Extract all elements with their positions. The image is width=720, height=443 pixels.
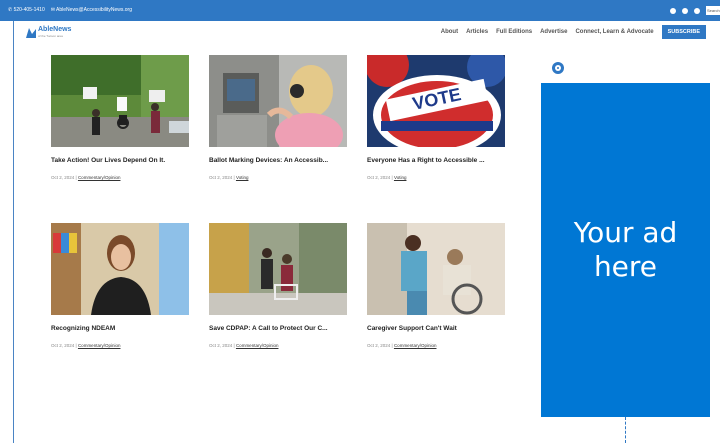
linkedin-icon[interactable]: [694, 7, 700, 14]
ad-banner[interactable]: Your ad here: [541, 83, 710, 417]
social-links: Search: [670, 6, 720, 15]
article-category-link[interactable]: Commentary/Opinion: [78, 175, 121, 180]
phone-link[interactable]: ✆ 520-405-1410: [8, 7, 45, 13]
article-date: Oct 2, 2024: [209, 343, 233, 348]
article-card[interactable]: Take Action! Our Lives Depend On It. Oct…: [51, 55, 189, 180]
article-title[interactable]: Recognizing NDEAM: [51, 325, 189, 332]
search-input[interactable]: Search: [706, 6, 720, 15]
logo-text: AbleNews of the Tucson area: [38, 26, 71, 40]
article-title[interactable]: Save CDPAP: A Call to Protect Our C...: [209, 325, 347, 332]
article-meta: Oct 2, 2024 | Commentary/Opinion: [209, 343, 279, 348]
ad-line-1: Your ad: [573, 216, 678, 249]
article-category-link[interactable]: Commentary/Opinion: [394, 343, 437, 348]
ad-text: Your ad here: [574, 216, 678, 284]
article-image-caregiver[interactable]: [367, 223, 505, 315]
article-title[interactable]: Caregiver Support Can't Wait: [367, 325, 505, 332]
contact-info: ✆ 520-405-1410 ✉ AbleNews@AccessibilityN…: [8, 7, 132, 13]
article-date: Oct 2, 2024: [367, 175, 391, 180]
facebook-icon[interactable]: [670, 7, 676, 14]
article-image-portrait[interactable]: [51, 223, 189, 315]
ad-line-2: here: [593, 250, 658, 283]
article-meta: Oct 2, 2024 | Commentary/Opinion: [51, 175, 121, 180]
logo-mark-icon: [26, 28, 36, 38]
top-bar: ✆ 520-405-1410 ✉ AbleNews@AccessibilityN…: [0, 0, 720, 21]
article-card[interactable]: Ballot Marking Devices: An Accessib... O…: [209, 55, 347, 180]
site-header: AbleNews of the Tucson area About Articl…: [14, 21, 720, 43]
article-date: Oct 2, 2024: [209, 175, 233, 180]
article-category-link[interactable]: Voting: [394, 175, 407, 180]
nav-full-editions[interactable]: Full Editions: [496, 29, 532, 35]
article-category-link[interactable]: Commentary/Opinion: [78, 343, 121, 348]
article-category-link[interactable]: Voting: [236, 175, 249, 180]
article-title[interactable]: Everyone Has a Right to Accessible ...: [367, 157, 505, 164]
article-image-protest[interactable]: [51, 55, 189, 147]
site-logo[interactable]: AbleNews of the Tucson area: [26, 26, 71, 40]
nav-advertise[interactable]: Advertise: [540, 29, 567, 35]
nav-connect[interactable]: Connect, Learn & Advocate: [575, 29, 653, 35]
article-card[interactable]: Caregiver Support Can't Wait Oct 2, 2024…: [367, 223, 505, 348]
article-meta: Oct 2, 2024 | Voting: [209, 175, 249, 180]
article-date: Oct 2, 2024: [51, 343, 75, 348]
article-image-vote-button[interactable]: VOTE: [367, 55, 505, 147]
article-image-walker[interactable]: [209, 223, 347, 315]
article-date: Oct 2, 2024: [367, 343, 391, 348]
article-card[interactable]: VOTE Everyone Has a Right to Accessible …: [367, 55, 505, 180]
article-title[interactable]: Take Action! Our Lives Depend On It.: [51, 157, 189, 164]
article-image-voting-machine[interactable]: [209, 55, 347, 147]
logo-tagline: of the Tucson area: [38, 34, 63, 38]
article-card[interactable]: Save CDPAP: A Call to Protect Our C... O…: [209, 223, 347, 348]
left-border: [13, 21, 14, 443]
email-text: AbleNews@AccessibilityNews.org: [56, 7, 132, 13]
article-title[interactable]: Ballot Marking Devices: An Accessib...: [209, 157, 347, 164]
article-category-link[interactable]: Commentary/Opinion: [236, 343, 279, 348]
article-date: Oct 2, 2024: [51, 175, 75, 180]
article-meta: Oct 2, 2024 | Commentary/Opinion: [51, 343, 121, 348]
phone-text: 520-405-1410: [13, 7, 45, 13]
nav-articles[interactable]: Articles: [466, 29, 488, 35]
logo-name: AbleNews: [38, 26, 72, 33]
dashed-divider: [625, 417, 626, 443]
subscribe-button[interactable]: SUBSCRIBE: [661, 25, 706, 39]
instagram-icon[interactable]: [682, 7, 688, 14]
ad-info-icon[interactable]: [552, 62, 564, 74]
article-meta: Oct 2, 2024 | Voting: [367, 175, 407, 180]
email-link[interactable]: ✉ AbleNews@AccessibilityNews.org: [51, 7, 132, 13]
main-nav: About Articles Full Editions Advertise C…: [441, 25, 706, 39]
nav-about[interactable]: About: [441, 29, 458, 35]
article-card[interactable]: Recognizing NDEAM Oct 2, 2024 | Commenta…: [51, 223, 189, 348]
article-meta: Oct 2, 2024 | Commentary/Opinion: [367, 343, 437, 348]
